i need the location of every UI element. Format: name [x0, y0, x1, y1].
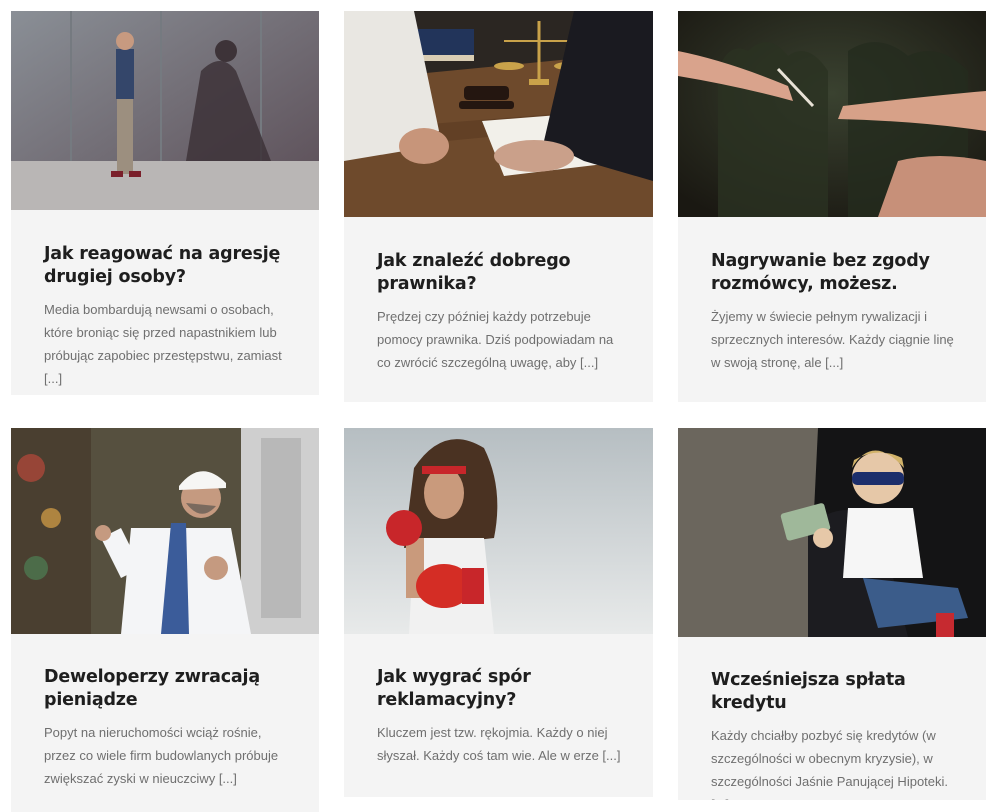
post-title[interactable]: Deweloperzy zwracają pieniądze: [44, 666, 293, 712]
post-title[interactable]: Jak reagować na agresję drugiej osoby?: [44, 243, 293, 289]
post-card[interactable]: Wcześniejsza spłata kredytu Każdy chciał…: [678, 428, 986, 800]
post-excerpt: Popyt na nieruchomości wciąż rośnie, prz…: [44, 725, 279, 786]
post-card[interactable]: Jak wygrać spór reklamacyjny? Kluczem je…: [344, 428, 653, 797]
post-thumbnail[interactable]: [678, 11, 986, 217]
post-card[interactable]: Jak reagować na agresję drugiej osoby? M…: [11, 11, 319, 395]
post-thumbnail[interactable]: [11, 11, 319, 210]
post-excerpt: Media bombardują newsami o osobach, któr…: [44, 302, 282, 386]
post-thumbnail[interactable]: [678, 428, 986, 637]
post-excerpt: Żyjemy w świecie pełnym rywalizacji i sp…: [711, 309, 954, 370]
post-card[interactable]: Nagrywanie bez zgody rozmówcy, możesz. Ż…: [678, 11, 986, 402]
post-excerpt: Prędzej czy później każdy potrzebuje pom…: [377, 309, 614, 370]
post-card[interactable]: Deweloperzy zwracają pieniądze Popyt na …: [11, 428, 319, 812]
post-title[interactable]: Nagrywanie bez zgody rozmówcy, możesz.: [711, 250, 960, 296]
post-thumbnail[interactable]: [344, 428, 653, 634]
post-thumbnail[interactable]: [11, 428, 319, 634]
post-title[interactable]: Jak wygrać spór reklamacyjny?: [377, 666, 627, 712]
post-title[interactable]: Jak znaleźć dobrego prawnika?: [377, 250, 627, 296]
post-title[interactable]: Wcześniejsza spłata kredytu: [711, 669, 960, 715]
post-thumbnail[interactable]: [344, 11, 653, 217]
post-excerpt: Kluczem jest tzw. rękojmia. Każdy o niej…: [377, 725, 621, 763]
post-card[interactable]: Jak znaleźć dobrego prawnika? Prędzej cz…: [344, 11, 653, 402]
post-excerpt: Każdy chciałby pozbyć się kredytów (w sz…: [711, 728, 949, 800]
